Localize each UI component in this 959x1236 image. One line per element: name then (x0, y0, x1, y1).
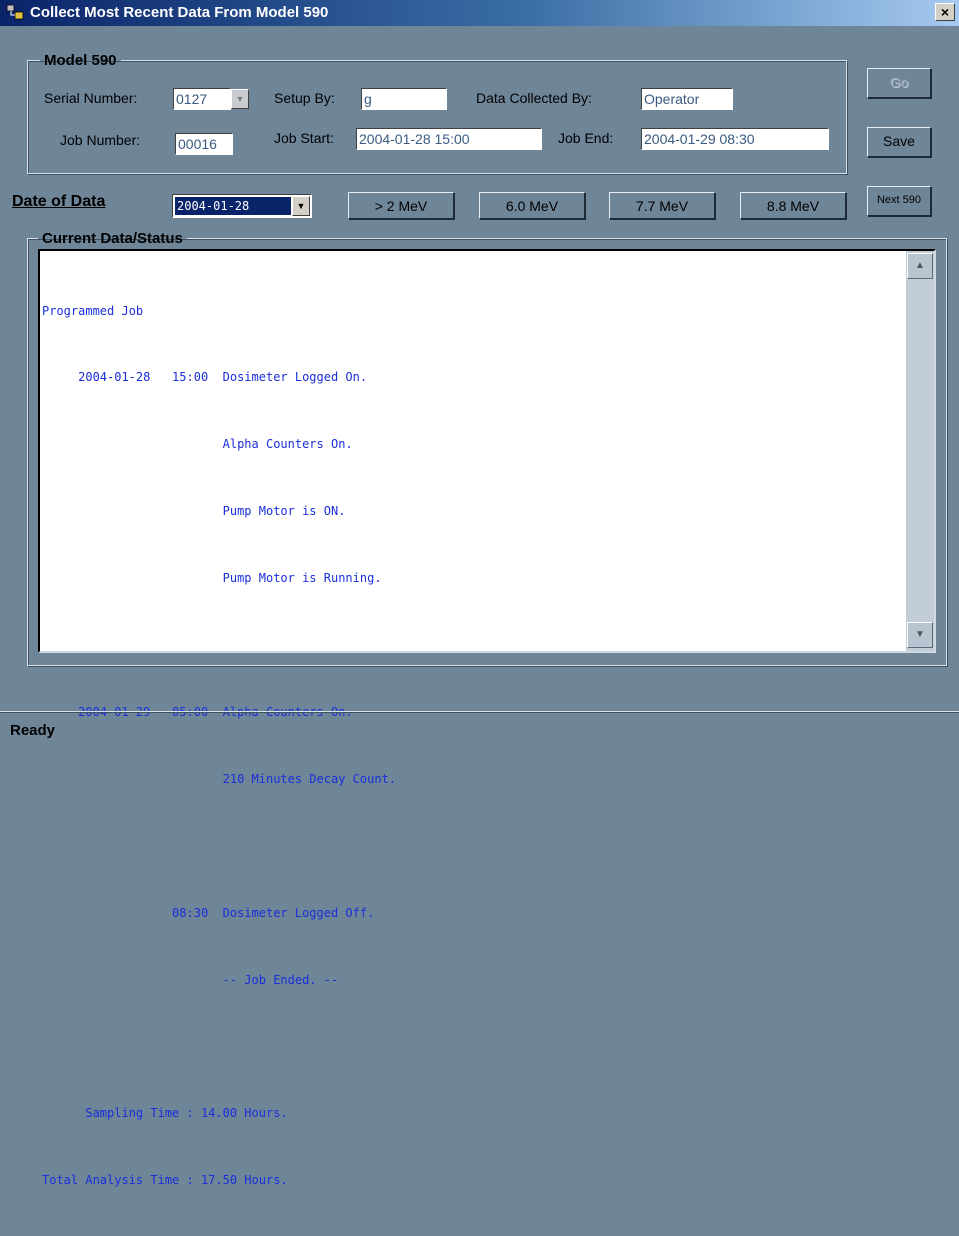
status-line: Alpha Counters On. (42, 437, 353, 452)
go-button[interactable]: Go (867, 68, 931, 98)
status-text-ready: Ready (10, 722, 56, 739)
setup-by-value: g (364, 91, 372, 107)
date-of-data-combo[interactable]: 2004-01-28 ▼ (172, 194, 312, 218)
status-bar: Ready (0, 711, 959, 749)
chevron-down-icon: ▼ (235, 94, 245, 104)
collected-by-field[interactable]: Operator (641, 88, 733, 110)
job-start-label: Job Start: (274, 130, 334, 146)
status-group-legend: Current Data/Status (42, 230, 183, 247)
job-number-value: 00016 (178, 136, 217, 152)
status-line (42, 835, 904, 857)
setup-by-field[interactable]: g (361, 88, 447, 110)
job-end-value: 2004-01-29 08:30 (644, 131, 755, 147)
status-line: 08:30 Dosimeter Logged Off. (42, 905, 375, 920)
save-button[interactable]: Save (867, 127, 931, 157)
mev-6-button[interactable]: 6.0 MeV (479, 192, 585, 219)
model-group: Model 590 (27, 52, 847, 174)
go-button-label: Go (889, 74, 909, 90)
status-line: -- Job Ended. -- (42, 972, 339, 987)
next-590-button-label: Next 590 (876, 194, 922, 206)
vertical-scrollbar[interactable]: ▲ ▼ (906, 251, 934, 651)
status-line: 2004-01-28 15:00 Dosimeter Logged On. (42, 370, 368, 385)
serial-number-label: Serial Number: (44, 90, 138, 106)
date-dropdown-button[interactable]: ▼ (292, 196, 310, 216)
mev-7-button-label: 7.7 MeV (635, 198, 689, 214)
status-line: Pump Motor is Running. (42, 571, 382, 586)
scroll-down-icon: ▼ (915, 629, 925, 640)
status-line (42, 1035, 904, 1057)
save-button-label: Save (883, 133, 915, 149)
window-title: Collect Most Recent Data From Model 590 (30, 4, 329, 21)
mev-8-button[interactable]: 8.8 MeV (740, 192, 846, 219)
status-line: 210 Minutes Decay Count. (42, 771, 397, 786)
status-line: Sampling Time : 14.00 Hours. (42, 1106, 288, 1121)
close-icon: × (940, 4, 950, 20)
chevron-down-icon: ▼ (296, 201, 306, 211)
mev-8-button-label: 8.8 MeV (766, 198, 820, 214)
scroll-down-button[interactable]: ▼ (907, 622, 933, 648)
status-line (42, 634, 904, 656)
serial-number-value: 0127 (176, 91, 208, 107)
job-start-value: 2004-01-28 15:00 (359, 131, 470, 147)
model-group-legend: Model 590 (44, 52, 117, 69)
title-bar: Collect Most Recent Data From Model 590 … (0, 0, 959, 26)
job-end-label: Job End: (558, 130, 614, 146)
job-end-field[interactable]: 2004-01-29 08:30 (641, 128, 829, 150)
close-button[interactable]: × (935, 3, 955, 21)
mev-gt2-button-label: > 2 MeV (374, 198, 428, 214)
scroll-up-icon: ▲ (915, 260, 925, 271)
serial-number-combo[interactable]: 0127 (173, 88, 231, 110)
mev-7-button[interactable]: 7.7 MeV (609, 192, 715, 219)
scroll-up-button[interactable]: ▲ (907, 253, 933, 279)
mev-6-button-label: 6.0 MeV (505, 198, 559, 214)
serial-dropdown-button[interactable]: ▼ (231, 89, 249, 109)
collected-by-value: Operator (644, 91, 700, 107)
status-console[interactable]: Programmed Job 2004-01-28 15:00 Dosimete… (38, 249, 936, 1187)
job-number-field[interactable]: 00016 (175, 133, 233, 155)
next-590-button[interactable]: Next 590 (867, 186, 931, 216)
date-of-data-label: Date of Data (12, 193, 106, 210)
job-start-field[interactable]: 2004-01-28 15:00 (356, 128, 542, 150)
collected-by-label: Data Collected By: (476, 90, 592, 106)
status-line: Programmed Job (42, 303, 144, 318)
mev-gt2-button[interactable]: > 2 MeV (348, 192, 454, 219)
job-number-label: Job Number: (60, 132, 141, 148)
status-line: Total Analysis Time : 17.50 Hours. (42, 1173, 288, 1188)
status-line: Pump Motor is ON. (42, 504, 346, 519)
app-icon (6, 4, 24, 20)
date-of-data-value: 2004-01-28 (174, 196, 292, 216)
setup-by-label: Setup By: (274, 90, 335, 106)
